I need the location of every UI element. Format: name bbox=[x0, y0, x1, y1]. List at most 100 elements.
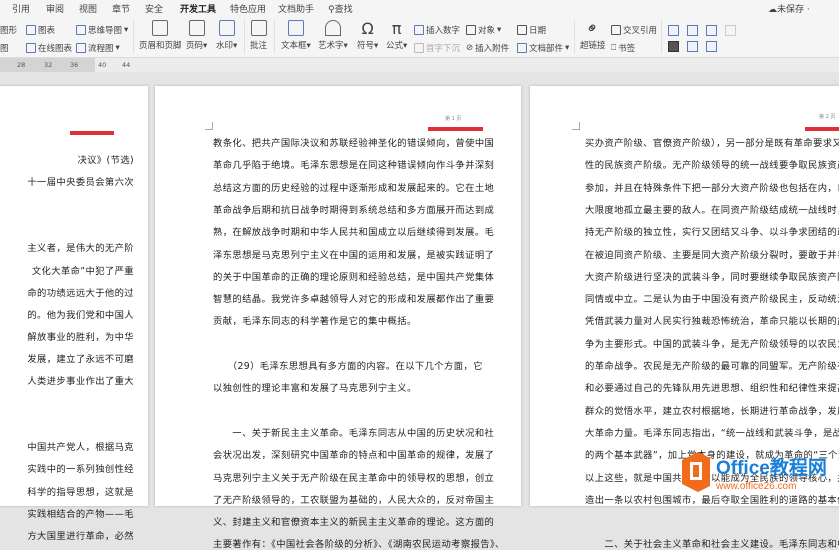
text-line: 一、关于新民主主义革命。毛泽东同志从中国的历史状况和社 bbox=[213, 427, 495, 439]
text-line: 参加，并且在特殊条件下把一部分大资产阶级也包括在内，以求最 bbox=[585, 182, 839, 194]
text-line: 主义者，是伟大的无产阶 bbox=[27, 243, 134, 255]
flowchart-icon bbox=[76, 43, 86, 53]
text-line: 争为主要形式。中国的武装斗争，是无产阶级领导的以农民为主体 bbox=[585, 338, 839, 350]
control-icon[interactable] bbox=[668, 25, 679, 36]
cross-ref-icon bbox=[611, 25, 621, 35]
bookmark-icon: ⎕ bbox=[611, 43, 617, 53]
object-button[interactable]: 对象 ▾ bbox=[466, 24, 501, 36]
tab-security[interactable]: 安全 bbox=[145, 2, 163, 15]
tab-review[interactable]: 审阅 bbox=[46, 2, 64, 15]
text-line: 命的功绩远远大于他的过 bbox=[27, 287, 134, 299]
text-line: 教条化、把共产国际决议和苏联经验神圣化的错误倾向，曾使中国 bbox=[213, 138, 495, 149]
watermark-logo: Office教程网 www.office26.com bbox=[682, 452, 827, 492]
text-line: 解放事业的胜利，为中华 bbox=[27, 331, 134, 343]
text-line: 持无产阶级的独立性，实行又团结又斗争、以斗争求团结的政策； bbox=[585, 227, 839, 239]
text-line: 的关于中国革命的正确的理论原则和经验总结，是中国共产党集体 bbox=[213, 271, 495, 283]
text-line: 科学的指导思想，这就是 bbox=[27, 486, 134, 498]
symbol-button[interactable]: Ω 符号▾ bbox=[357, 20, 378, 51]
mindmap-button[interactable]: 思维导图 ▾ bbox=[76, 24, 128, 36]
search-icon: ⚲ bbox=[328, 5, 335, 15]
cross-ref-button[interactable]: 交叉引用 bbox=[611, 24, 657, 36]
checkbox-control-icon[interactable] bbox=[687, 25, 698, 36]
date-control-icon[interactable] bbox=[706, 41, 717, 52]
cloud-icon: ☁ bbox=[768, 5, 777, 15]
text-line: 大限度地孤立最主要的敌人。在同资产阶级结成统一战线时，要保 bbox=[585, 204, 839, 216]
tab-special[interactable]: 特色应用 bbox=[230, 2, 266, 15]
flowchart-button[interactable]: 流程图 ▾ bbox=[76, 42, 120, 54]
text-line: 智慧的结晶。我党许多卓越领导人对它的形成和发展都作出了重要 bbox=[213, 294, 495, 306]
text-line: 方大国里进行革命，必然 bbox=[27, 530, 134, 542]
save-status[interactable]: ☁未保存 · bbox=[768, 2, 810, 15]
header-marker bbox=[70, 131, 114, 135]
header-footer-button[interactable]: 页眉和页脚 bbox=[139, 20, 182, 51]
search-tab[interactable]: ⚲查找 bbox=[328, 2, 353, 15]
doc-parts-icon bbox=[517, 43, 527, 53]
formula-button[interactable]: π 公式▾ bbox=[386, 20, 407, 51]
chart-icon bbox=[26, 25, 36, 35]
dropcap-button[interactable]: 首字下沉 bbox=[414, 42, 460, 54]
bookmark-button[interactable]: ⎕ 书签 bbox=[611, 42, 635, 54]
text-line: 大革命力量。毛泽东同志指出，“统一战线和武装斗争，是战胜敌人 bbox=[585, 427, 839, 439]
online-chart-button[interactable]: 在线图表 bbox=[26, 42, 72, 54]
omega-icon: Ω bbox=[361, 19, 374, 38]
combo-control-icon[interactable] bbox=[706, 25, 717, 36]
tab-developer[interactable]: 开发工具 bbox=[180, 2, 216, 15]
svg-text:www.office26.com: www.office26.com bbox=[715, 481, 796, 492]
paperclip-icon: ⊘ bbox=[466, 43, 474, 53]
page-number-icon bbox=[188, 20, 205, 36]
link-icon: ⚭ bbox=[581, 17, 604, 39]
tab-reference[interactable]: 引用 bbox=[12, 2, 30, 15]
text-line: 二、关于社会主义革命和社会主义建设。毛泽东同志和中国共 bbox=[585, 539, 839, 550]
page-left: 决议》(节选) 十一届中央委员会第六次 主义者，是伟大的无产阶 文化大革命”中犯了严重… bbox=[0, 86, 148, 542]
text-line: 同情或中立。二是认为由于中国没有资产阶级民主，反动统治阶级 bbox=[585, 294, 839, 306]
text-line: 熟，在解放战争时期和中华人民共和国成立以后继续得到发展。毛 bbox=[213, 227, 495, 239]
page-right: 第 2 页 买办资产阶级、官僚资产阶级），另一部分是既有革命要求又有动摇性的民族… bbox=[530, 86, 839, 550]
insert-number-button[interactable]: 插入数字 bbox=[414, 24, 460, 36]
text-line: 实践中的一系列独创性经 bbox=[27, 464, 134, 476]
design-mode-icon[interactable] bbox=[668, 41, 679, 52]
text-line: （29）毛泽东思想具有多方面的内容。在以下几个方面，它 bbox=[213, 361, 483, 372]
attachment-button[interactable]: ⊘ 插入附件 bbox=[466, 42, 509, 54]
watermark-icon bbox=[218, 20, 235, 36]
header-footer-icon bbox=[152, 20, 169, 36]
comment-button[interactable]: 批注 bbox=[250, 20, 267, 51]
wordart-button[interactable]: 艺术字▾ bbox=[318, 20, 348, 51]
text-line: 决议》(节选) bbox=[77, 155, 134, 166]
chart-button[interactable]: 图表 bbox=[26, 24, 55, 36]
disabled-control-icon[interactable] bbox=[725, 25, 736, 36]
text-line: 贡献，毛泽东同志的科学著作是它的集中概括。 bbox=[213, 316, 417, 328]
doc-parts-button[interactable]: 文档部件 ▾ bbox=[517, 42, 569, 54]
tab-doc-assistant[interactable]: 文档助手 bbox=[278, 2, 314, 15]
page-number-button[interactable]: 页码▾ bbox=[186, 20, 207, 51]
tab-view[interactable]: 视图 bbox=[79, 2, 97, 15]
header-marker bbox=[805, 127, 839, 131]
text-line: 中国共产党人，根据马克 bbox=[27, 442, 134, 454]
divider bbox=[274, 20, 275, 54]
text-line: 会状况出发，深刻研究中国革命的特点和中国革命的规律，发展了 bbox=[213, 450, 495, 462]
text-line: 群众的觉悟水平，建立农村根据地，长期进行革命战争，发展和壮 bbox=[585, 405, 839, 417]
text-line: 总结这方面的历史经验的过程中逐渐形成和发展起来的。它在土地 bbox=[213, 182, 495, 194]
ruler[interactable]: 28 32 36 40 44 bbox=[0, 58, 839, 72]
text-line: 实践相结合的产物——毛 bbox=[27, 508, 134, 520]
text-line: 凭借武装力量对人民实行独裁恐怖统治，革命只能以长期的武装斗 bbox=[585, 316, 839, 328]
text-line: 文化大革命”中犯了严重 bbox=[31, 265, 134, 277]
text-line: 以独创性的理论丰富和发展了马克思列宁主义。 bbox=[213, 383, 417, 395]
text-line: 的。他为我们党和中国人 bbox=[27, 309, 134, 321]
watermark-button[interactable]: 水印▾ bbox=[216, 20, 237, 51]
text-line: 的革命战争。农民是无产阶级的最可靠的同盟军。无产阶级有可能 bbox=[585, 361, 839, 372]
shape-button[interactable]: 图形 bbox=[0, 24, 17, 36]
divider bbox=[661, 20, 662, 54]
pi-icon: π bbox=[391, 19, 402, 38]
image-control-icon[interactable] bbox=[687, 41, 698, 52]
ribbon: 引用 审阅 视图 章节 安全 开发工具 特色应用 文档助手 ⚲查找 ☁未保存 ·… bbox=[0, 0, 839, 58]
tab-chapter[interactable]: 章节 bbox=[112, 2, 130, 15]
text-line: 买办资产阶级、官僚资产阶级），另一部分是既有革命要求又有动摇 bbox=[585, 138, 839, 149]
text-line: 大资产阶级进行坚决的武装斗争，同时要继续争取民族资产阶级的 bbox=[585, 271, 839, 283]
date-button[interactable]: 日期 bbox=[517, 24, 546, 36]
textbox-icon bbox=[287, 20, 304, 36]
text-line: 发展，建立了永远不可磨 bbox=[27, 353, 134, 365]
hyperlink-button[interactable]: ⚭ 超链接 bbox=[580, 17, 606, 51]
picture-button[interactable]: 图 bbox=[0, 42, 9, 54]
text-line: 了无产阶级领导的，工农联盟为基础的，人民大众的，反对帝国主 bbox=[213, 494, 495, 506]
textbox-button[interactable]: 文本框▾ bbox=[281, 20, 311, 51]
